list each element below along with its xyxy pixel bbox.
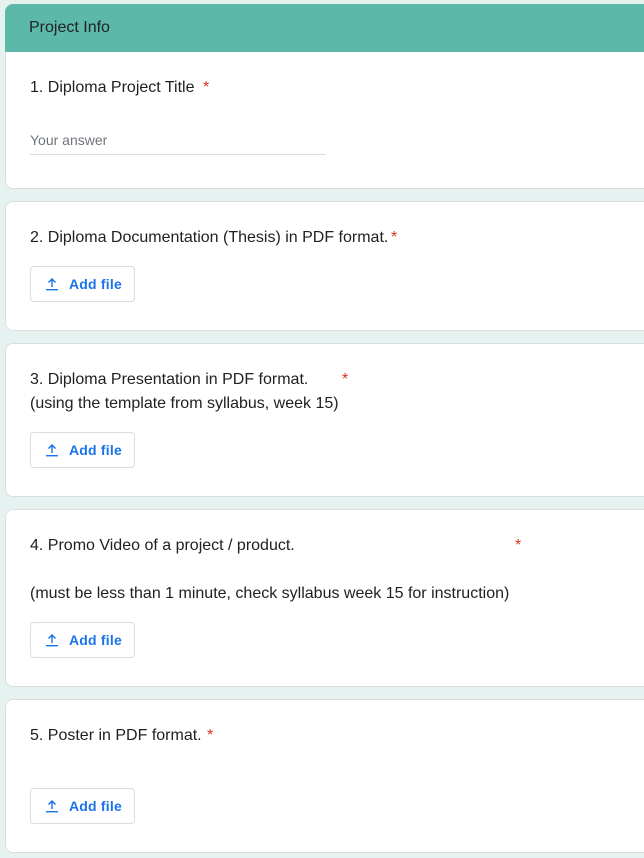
upload-icon	[46, 800, 58, 813]
add-file-label: Add file	[69, 798, 122, 814]
question-card-1: 1. Diploma Project Title *	[5, 30, 644, 189]
section-header: Project Info	[5, 4, 644, 52]
add-file-label: Add file	[69, 632, 122, 648]
question-title: 2. Diploma Documentation (Thesis) in PDF…	[30, 229, 389, 246]
add-file-button[interactable]: Add file	[30, 622, 135, 658]
section-title: Project Info	[29, 19, 110, 36]
question-title: 4. Promo Video of a project / product.	[30, 537, 295, 554]
required-asterisk: *	[207, 727, 214, 744]
add-file-label: Add file	[69, 442, 122, 458]
question-title: 5. Poster in PDF format.	[30, 727, 202, 744]
required-asterisk: *	[391, 229, 398, 246]
question-card-5: 5. Poster in PDF format. * Add file	[5, 699, 644, 853]
upload-icon	[46, 278, 58, 291]
required-asterisk: *	[203, 79, 210, 96]
add-file-button[interactable]: Add file	[30, 266, 135, 302]
question-description: (must be less than 1 minute, check sylla…	[30, 585, 510, 602]
required-asterisk: *	[515, 537, 522, 554]
upload-icon	[46, 444, 58, 457]
add-file-button[interactable]: Add file	[30, 432, 135, 468]
upload-icon	[46, 634, 58, 647]
question-description: (using the template from syllabus, week …	[30, 395, 339, 412]
required-asterisk: *	[342, 371, 349, 388]
answer-input[interactable]	[30, 126, 326, 155]
question-title: 1. Diploma Project Title	[30, 79, 195, 96]
add-file-label: Add file	[69, 276, 122, 292]
question-card-2: 2. Diploma Documentation (Thesis) in PDF…	[5, 201, 644, 331]
add-file-button[interactable]: Add file	[30, 788, 135, 824]
question-title: 3. Diploma Presentation in PDF format.	[30, 371, 309, 388]
question-card-3: 3. Diploma Presentation in PDF format. *…	[5, 343, 644, 497]
question-card-4: 4. Promo Video of a project / product. *…	[5, 509, 644, 687]
